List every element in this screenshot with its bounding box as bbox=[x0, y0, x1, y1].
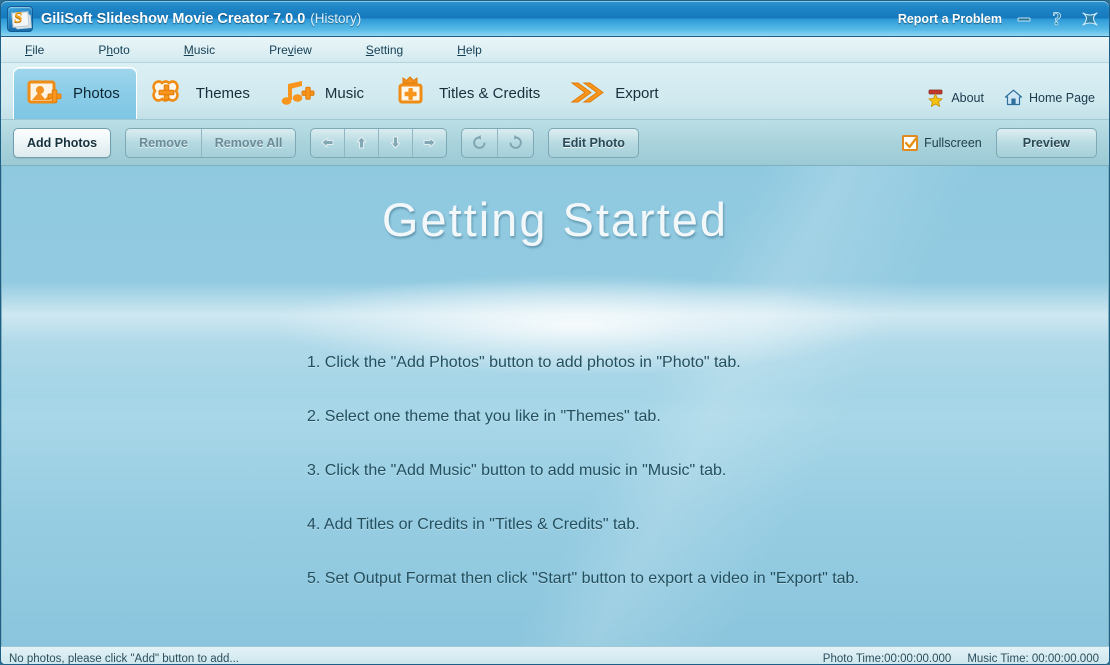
window-title: GiliSoft Slideshow Movie Creator 7.0.0 bbox=[41, 10, 306, 27]
checkmark-icon bbox=[902, 134, 919, 151]
step-item: 2. Select one theme that you like in "Th… bbox=[307, 408, 661, 425]
tab-themes-label: Themes bbox=[195, 84, 250, 102]
step-item: 5. Set Output Format then click "Start" … bbox=[307, 570, 859, 587]
move-button-group bbox=[310, 127, 448, 158]
tab-music-label: Music bbox=[324, 84, 365, 102]
double-chevron-right-icon bbox=[568, 74, 606, 112]
fullscreen-checkbox[interactable]: Fullscreen bbox=[902, 134, 982, 151]
home-page-label: Home Page bbox=[1028, 90, 1095, 105]
arrow-right-icon[interactable] bbox=[413, 129, 446, 157]
add-theme-frame-icon bbox=[149, 74, 187, 112]
page-title: Getting Started bbox=[381, 193, 729, 246]
fullscreen-label: Fullscreen bbox=[924, 135, 982, 150]
remove-button-group: Remove Remove All bbox=[125, 127, 297, 158]
main-tab-bar: Photos Themes Music Titles & Credits Exp… bbox=[1, 63, 1109, 120]
about-link[interactable]: About bbox=[926, 88, 984, 108]
tab-bar-links: About Home Page bbox=[926, 88, 1109, 119]
menu-item-music[interactable]: Music bbox=[178, 41, 221, 59]
home-page-link[interactable]: Home Page bbox=[1004, 88, 1095, 107]
slideshow-app-icon: S bbox=[7, 5, 33, 32]
svg-text:?: ? bbox=[1052, 9, 1062, 29]
tab-export-label: Export bbox=[615, 84, 659, 102]
window-title-suffix: (History) bbox=[310, 11, 362, 26]
photo-toolbar: Add Photos Remove Remove All Edit Photo … bbox=[1, 120, 1109, 166]
tab-photos[interactable]: Photos bbox=[13, 67, 137, 119]
status-times: Photo Time:00:00:00.000 Music Time: 00:0… bbox=[823, 653, 1099, 665]
arrow-down-icon[interactable] bbox=[379, 128, 414, 157]
add-photos-button[interactable]: Add Photos bbox=[13, 127, 112, 158]
step-item: 3. Click the "Add Music" button to add m… bbox=[307, 462, 727, 479]
preview-button[interactable]: Preview bbox=[995, 127, 1097, 158]
add-photo-icon bbox=[26, 75, 64, 113]
title-bar: S GiliSoft Slideshow Movie Creator 7.0.0… bbox=[1, 1, 1109, 37]
rotate-counterclockwise-icon[interactable] bbox=[462, 128, 499, 157]
remove-button[interactable]: Remove bbox=[126, 128, 202, 157]
arrow-up-icon[interactable] bbox=[345, 128, 380, 157]
application-window: S GiliSoft Slideshow Movie Creator 7.0.0… bbox=[0, 0, 1110, 665]
menu-item-preview[interactable]: Preview bbox=[263, 41, 318, 59]
photo-time: Photo Time:00:00:00.000 bbox=[822, 652, 952, 665]
step-item: 4. Add Titles or Credits in "Titles & Cr… bbox=[307, 516, 640, 533]
rotate-clockwise-icon[interactable] bbox=[498, 129, 533, 157]
menu-item-help[interactable]: Help bbox=[451, 41, 488, 59]
tab-themes[interactable]: Themes bbox=[137, 67, 266, 119]
tab-export[interactable]: Export bbox=[556, 67, 674, 119]
minimize-icon[interactable] bbox=[1013, 8, 1035, 30]
menu-item-file[interactable]: File bbox=[19, 41, 50, 59]
getting-started-stage: Getting Started 1. Click the "Add Photos… bbox=[1, 166, 1109, 646]
about-label: About bbox=[951, 90, 984, 105]
tab-titles-credits[interactable]: Titles & Credits bbox=[380, 67, 556, 119]
step-item: 1. Click the "Add Photos" button to add … bbox=[307, 354, 741, 371]
music-time: Music Time: 00:00:00.000 bbox=[967, 652, 1099, 665]
status-bar: No photos, please click "Add" button to … bbox=[1, 646, 1109, 665]
edit-photo-button[interactable]: Edit Photo bbox=[548, 127, 639, 158]
question-mark-icon[interactable]: ? bbox=[1046, 8, 1068, 30]
title-bar-controls: Report a Problem ? bbox=[898, 8, 1101, 30]
close-icon[interactable] bbox=[1079, 8, 1101, 30]
tab-music[interactable]: Music bbox=[266, 67, 380, 119]
status-message: No photos, please click "Add" button to … bbox=[9, 652, 239, 665]
tab-titles-credits-label: Titles & Credits bbox=[439, 84, 541, 102]
remove-all-button[interactable]: Remove All bbox=[202, 129, 296, 157]
about-star-icon bbox=[926, 88, 945, 108]
add-title-crown-icon bbox=[392, 74, 430, 112]
add-music-note-icon bbox=[278, 74, 316, 112]
tab-photos-label: Photos bbox=[73, 85, 120, 102]
rotate-button-group bbox=[461, 127, 535, 158]
menu-item-setting[interactable]: Setting bbox=[360, 41, 409, 59]
menu-item-photo[interactable]: Photo bbox=[92, 41, 135, 59]
getting-started-steps: 1. Click the "Add Photos" button to add … bbox=[307, 354, 859, 588]
home-house-icon bbox=[1004, 88, 1023, 107]
report-a-problem-link[interactable]: Report a Problem bbox=[898, 12, 1002, 26]
menu-bar: File Photo Music Preview Setting Help bbox=[1, 37, 1109, 63]
arrow-left-icon[interactable] bbox=[311, 128, 346, 157]
